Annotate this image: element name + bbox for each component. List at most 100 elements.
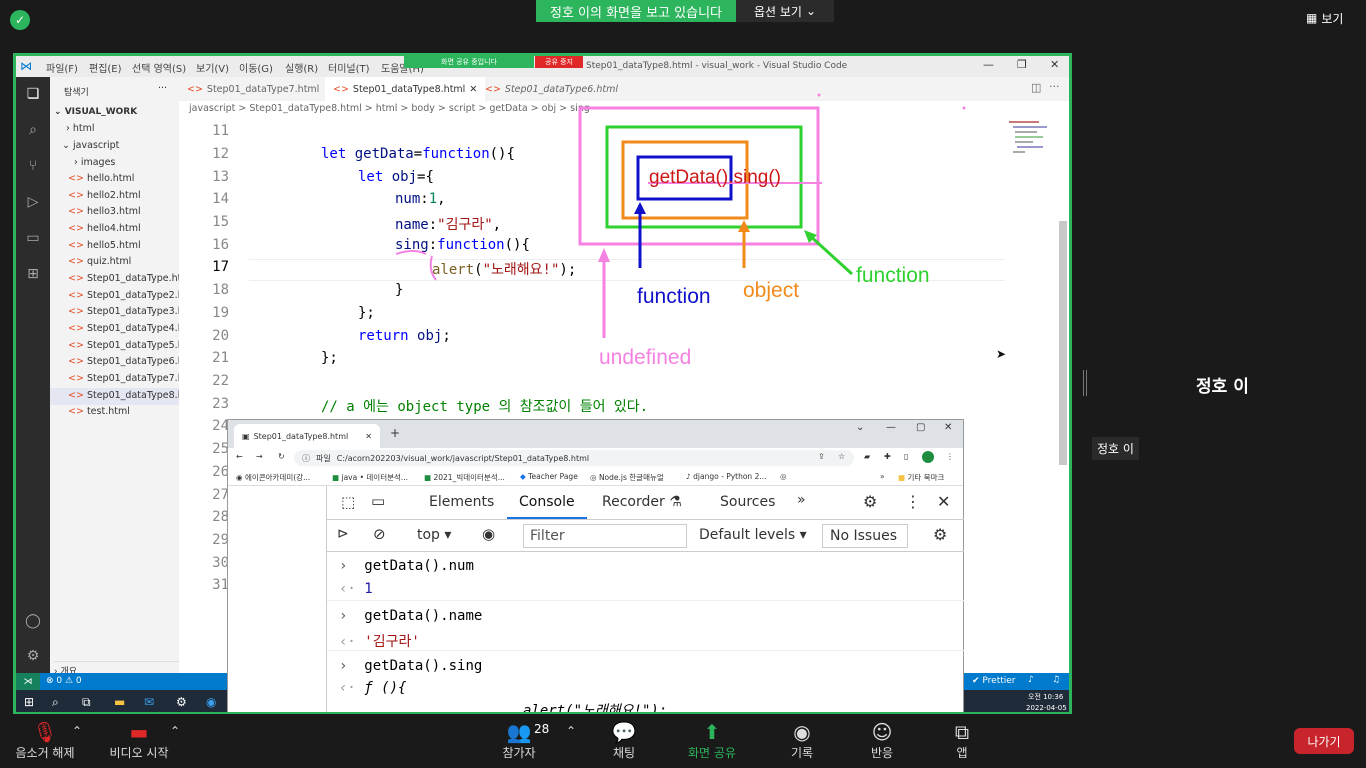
chevron-down-icon[interactable]: ⌄ — [856, 422, 864, 433]
chrome-tab[interactable]: ▣ Step01_dataType8.html ✕ — [234, 424, 380, 448]
bookmark-item[interactable]: ◆ Teacher Page — [520, 472, 578, 481]
bell-icon[interactable]: ♫ — [1052, 675, 1060, 685]
sidepanel-icon[interactable]: ▯ — [904, 452, 908, 461]
edge-icon[interactable]: ◉ — [206, 695, 216, 709]
bookmark-label: 기타 북마크 — [907, 473, 945, 482]
settings-gear-icon[interactable]: ⚙ — [24, 647, 42, 665]
context-select[interactable]: top ▾ — [417, 527, 451, 543]
reactions-label: 반응 — [870, 746, 894, 760]
shield-icon[interactable]: ✓ — [10, 10, 30, 30]
extension-icon[interactable]: ▰ — [864, 452, 870, 461]
feedback-icon[interactable]: ♪ — [1028, 675, 1034, 685]
view-button[interactable]: ▦ 보기 — [1306, 8, 1358, 28]
filter-input[interactable]: Filter — [523, 524, 687, 548]
eye-icon[interactable]: ◉ — [482, 525, 495, 543]
chrome-window: ▣ Step01_dataType8.html ✕ + ⌄ — ▢ ✕ ← → ↻ … — [227, 419, 964, 712]
bookmark-label: Teacher Page — [528, 472, 578, 481]
chat-label: 채팅 — [612, 746, 636, 760]
record-button[interactable]: ◉ 기록 — [782, 720, 822, 761]
console-input: getData().name — [364, 608, 483, 624]
back-icon[interactable]: ← — [236, 452, 243, 461]
viewing-banner: 정호 이의 화면을 보고 있습니다 — [536, 0, 736, 22]
bookmark-item[interactable]: ◎ Node.js 한글매뉴얼 — [590, 472, 664, 483]
sidebar-toggle-icon[interactable]: ⊳ — [337, 526, 349, 542]
close-tab-icon[interactable]: ✕ — [365, 432, 372, 441]
bookmark-item[interactable]: ◉ 에이콘아카데미(강... — [236, 472, 310, 483]
menu-icon[interactable]: ⋮ — [946, 452, 954, 461]
console-output-line: ‹· ƒ (){ — [327, 677, 964, 699]
bookmark-item[interactable]: ♪ django - Python 2... — [686, 472, 767, 481]
chat-button[interactable]: 💬 채팅 — [604, 720, 644, 761]
windows-start-icon[interactable]: ⊞ — [24, 695, 34, 709]
settings-gear-icon[interactable]: ⚙ — [863, 492, 877, 511]
forward-icon[interactable]: → — [256, 452, 263, 461]
more-tabs-icon[interactable]: » — [797, 492, 806, 508]
bookmark-item[interactable]: ◎ — [780, 472, 787, 481]
avatar[interactable] — [922, 451, 934, 463]
task-view-icon[interactable]: ⧉ — [82, 695, 91, 710]
mail-icon[interactable]: ✉ — [144, 695, 154, 709]
console-settings-icon[interactable]: ⚙ — [933, 525, 947, 544]
tab-sources[interactable]: Sources — [720, 494, 775, 510]
label-function-blue: function — [637, 285, 711, 308]
page-icon: ▣ — [242, 431, 250, 441]
apps-button[interactable]: ⧉ 앱 — [942, 720, 982, 761]
kebab-menu-icon[interactable]: ⋮ — [905, 492, 921, 511]
chevron-up-icon[interactable]: ⌃ — [72, 724, 82, 738]
view-button-label: 보기 — [1321, 11, 1344, 26]
search-icon[interactable]: ⌕ — [52, 695, 59, 710]
participants-label: 참가자 — [502, 746, 536, 760]
device-toolbar-icon[interactable]: ▭ — [371, 492, 385, 510]
bookmark-item[interactable]: ■ 2021_빅데이터분석... — [424, 472, 505, 483]
prettier-label: Prettier — [982, 676, 1016, 686]
settings-icon[interactable]: ⚙ — [176, 695, 187, 709]
puzzle-icon[interactable]: ✚ — [884, 452, 891, 461]
account-icon[interactable]: ◯ — [24, 612, 42, 630]
prettier-status[interactable]: ✔ Prettier — [972, 676, 1016, 686]
problems-status[interactable]: ⊗ 0 ⚠ 0 — [46, 676, 82, 686]
console-input-line[interactable]: › getData().num — [327, 552, 964, 577]
maximize-icon[interactable]: ▢ — [916, 422, 925, 433]
line-number: 27 — [212, 487, 229, 503]
view-options-button[interactable]: 옵션 보기 ⌄ — [736, 0, 834, 22]
reactions-button[interactable]: ☺ 반응 — [862, 720, 902, 761]
minimize-icon[interactable]: — — [886, 422, 896, 433]
leave-button[interactable]: 나가기 — [1294, 728, 1354, 754]
chevron-up-icon[interactable]: ⌃ — [566, 724, 576, 738]
star-icon[interactable]: ☆ — [838, 452, 845, 461]
tab-recorder[interactable]: Recorder ⚗ — [602, 494, 682, 510]
bookmark-folder[interactable]: ■ 기타 북마크 — [898, 472, 944, 483]
reload-icon[interactable]: ↻ — [278, 452, 285, 461]
bookmark-label: Node.js 한글매뉴얼 — [598, 473, 664, 482]
console-input-line[interactable]: › getData().name — [327, 602, 964, 627]
bookmark-label: django - Python 2... — [693, 472, 767, 481]
console-input-line[interactable]: › getData().sing — [327, 652, 964, 677]
folder-icon[interactable]: ▬ — [114, 695, 125, 709]
share-icon[interactable]: ⇪ — [818, 452, 825, 461]
clear-console-icon[interactable]: ⊘ — [373, 525, 386, 543]
url-field[interactable]: ⓘ 파일 C:/acorn202203/visual_work/javascri… — [294, 450, 854, 466]
chevron-up-icon[interactable]: ⌃ — [170, 724, 180, 738]
share-screen-button[interactable]: ⬆ 화면 공유 — [682, 720, 742, 761]
levels-label: Default levels — [699, 527, 796, 543]
grid-icon: ▦ — [1306, 11, 1318, 25]
bookmark-item[interactable]: ■ java • 데이터분석... — [332, 472, 408, 483]
bookmarks-overflow-icon[interactable]: » — [880, 472, 885, 481]
label-object-orange: object — [743, 279, 800, 302]
remote-icon[interactable]: ⋊ — [16, 673, 40, 690]
close-devtools-icon[interactable]: ✕ — [937, 492, 950, 511]
issues-button[interactable]: No Issues — [822, 524, 908, 548]
tab-console[interactable]: Console — [507, 486, 587, 519]
mute-button[interactable]: 🎙 음소거 해제 — [12, 720, 78, 761]
console-output: '김구라' — [364, 634, 420, 650]
line-number: 30 — [212, 555, 229, 571]
close-icon[interactable]: ✕ — [944, 422, 952, 433]
video-off-icon: ▬ — [129, 720, 149, 744]
tab-elements[interactable]: Elements — [429, 494, 494, 510]
video-button[interactable]: ▬ 비디오 시작 — [104, 720, 174, 761]
levels-select[interactable]: Default levels ▾ — [699, 527, 807, 543]
new-tab-icon[interactable]: + — [390, 426, 400, 440]
panel-resize-handle[interactable] — [1083, 370, 1087, 396]
inspect-icon[interactable]: ⬚ — [341, 493, 355, 511]
console-input: getData().num — [364, 558, 474, 574]
